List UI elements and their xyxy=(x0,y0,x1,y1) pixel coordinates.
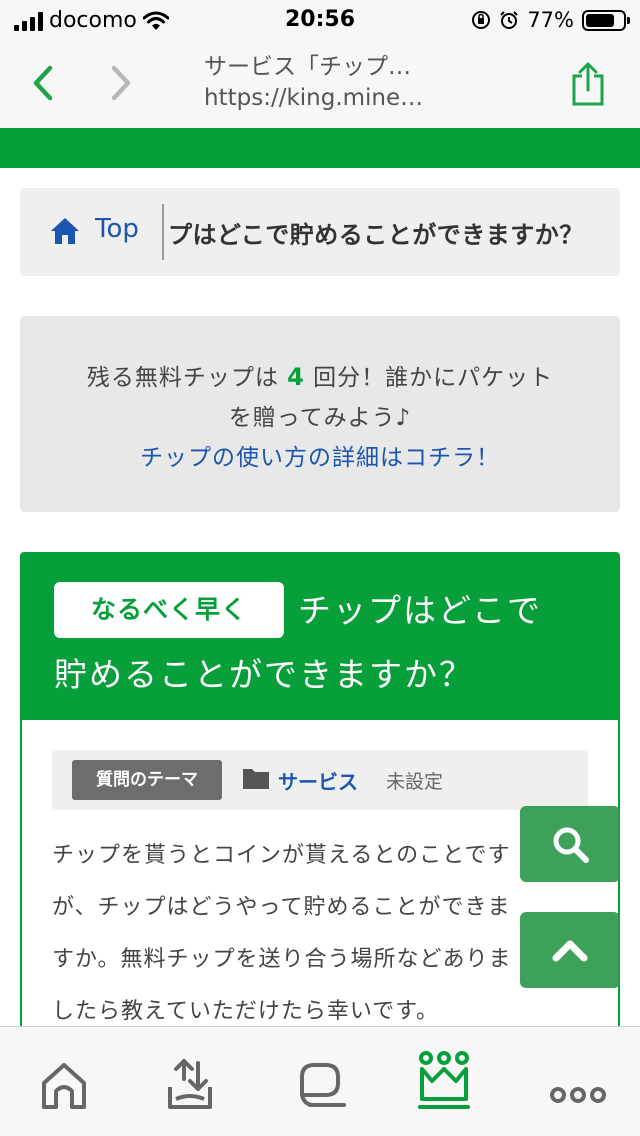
chevron-up-icon xyxy=(552,940,588,962)
alarm-icon xyxy=(500,11,519,29)
chevron-right-icon[interactable] xyxy=(104,58,138,108)
theme-category-link[interactable]: サービス xyxy=(278,766,358,795)
page-title-url: サービス「チップ… https://king.mine… xyxy=(204,52,444,114)
bottom-tab-bar xyxy=(0,1026,640,1136)
share-icon[interactable] xyxy=(568,60,608,108)
question-body: チップを貰うとコインが貰えるとのことです が、チップはどうやって貯めることができ… xyxy=(52,830,592,1038)
search-icon xyxy=(553,827,589,863)
question-header: なるべく早く チップはどこで 貯めることができますか？ xyxy=(22,554,618,720)
site-header-bar xyxy=(0,128,640,168)
battery-percent: 77% xyxy=(527,8,574,32)
question-body-line: チップを貰うとコインが貰えるとのことです xyxy=(52,843,511,868)
tip-line-2: を贈ってみよう♪ xyxy=(228,405,412,431)
tip-prefix: 残る無料チップは xyxy=(86,365,279,391)
orientation-lock-icon xyxy=(472,11,491,29)
more-icon xyxy=(550,1087,606,1103)
theme-label: 質問のテーマ xyxy=(72,760,222,800)
breadcrumb-current: プはどこで貯めることができますか？ xyxy=(168,221,584,249)
home-icon xyxy=(42,1063,86,1109)
tip-remaining-count: 4 xyxy=(287,363,305,391)
tip-suffix: 回分！誰かにパケット xyxy=(313,365,554,391)
crown-icon xyxy=(418,1051,470,1109)
tip-line-1: 残る無料チップは 4 回分！誰かにパケット xyxy=(20,358,620,392)
free-tip-notice: 残る無料チップは 4 回分！誰かにパケット を贈ってみよう♪ チップの使い方の詳… xyxy=(20,316,620,512)
battery-icon xyxy=(582,9,630,31)
browser-nav-bar: サービス「チップ… https://king.mine… xyxy=(0,40,640,128)
breadcrumb-top-link[interactable]: Top xyxy=(95,214,139,244)
question-body-line: が、チップはどうやって貯めることができま xyxy=(52,895,511,920)
search-button[interactable] xyxy=(520,806,620,882)
tab-home[interactable] xyxy=(34,1053,94,1117)
home-icon[interactable] xyxy=(50,216,80,246)
status-right: 77% xyxy=(471,8,630,32)
chevron-left-icon[interactable] xyxy=(26,58,60,108)
question-theme-row: 質問のテーマ サービス 未設定 xyxy=(52,750,588,810)
scroll-top-button[interactable] xyxy=(520,912,620,988)
page-title: サービス「チップ… xyxy=(204,54,411,80)
tab-king[interactable] xyxy=(414,1049,474,1113)
breadcrumb: Top プはどこで貯めることができますか？ xyxy=(20,188,620,276)
chat-icon xyxy=(300,1063,346,1107)
tab-upload[interactable] xyxy=(160,1053,220,1117)
tab-chat[interactable] xyxy=(290,1053,350,1117)
question-title-line1: チップはどこで xyxy=(298,591,543,630)
tab-more[interactable] xyxy=(548,1053,608,1117)
upload-icon xyxy=(168,1059,212,1109)
question-title-line2: 貯めることができますか？ xyxy=(54,655,474,694)
breadcrumb-divider xyxy=(162,204,164,260)
status-bar: docomo 20:56 77% xyxy=(0,0,640,40)
theme-subcategory: 未設定 xyxy=(386,771,444,793)
question-body-line: すか。無料チップを送り合う場所などありま xyxy=(52,947,512,972)
tip-help-link[interactable]: チップの使い方の詳細はコチラ！ xyxy=(20,438,620,472)
urgency-badge: なるべく早く xyxy=(54,582,284,638)
folder-icon xyxy=(243,769,269,789)
page-url: https://king.mine… xyxy=(204,85,424,111)
